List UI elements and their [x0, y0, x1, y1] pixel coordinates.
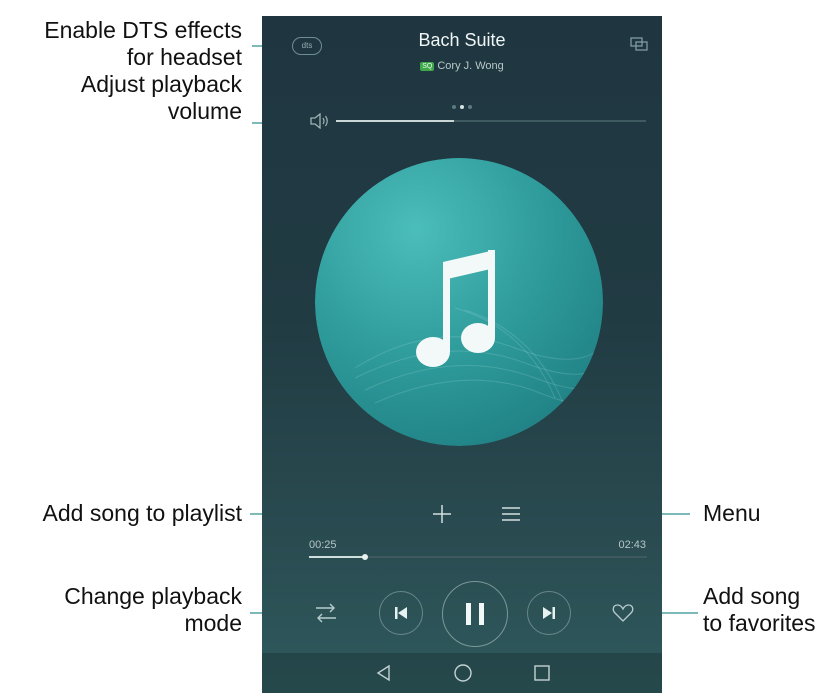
callout-favorites: Add song to favorites [703, 583, 816, 637]
volume-slider-fill [336, 120, 454, 122]
nav-recents-icon[interactable] [532, 663, 552, 683]
callout-dts-line1: Enable DTS effects [44, 17, 242, 43]
nav-home-icon[interactable] [453, 663, 473, 683]
artist-name: Cory J. Wong [437, 60, 504, 72]
song-title: Bach Suite [418, 30, 506, 50]
quality-badge: SQ [420, 62, 435, 71]
nav-back-icon[interactable] [374, 663, 394, 683]
cast-icon[interactable] [630, 36, 648, 52]
callout-fav-line2: to favorites [703, 610, 816, 636]
callout-playlist-text: Add song to playlist [42, 500, 242, 526]
shuffle-repeat-icon[interactable] [314, 602, 338, 624]
callout-menu-text: Menu [703, 500, 761, 526]
volume-slider[interactable] [336, 120, 646, 122]
page-dot[interactable] [452, 105, 456, 109]
callout-playlist: Add song to playlist [43, 500, 242, 527]
page-indicator [262, 96, 662, 114]
album-art [315, 158, 603, 446]
elapsed-time: 00:25 [309, 539, 337, 551]
artist-row: SQ Cory J. Wong [262, 60, 662, 72]
page-dot-active[interactable] [460, 105, 464, 109]
callout-mode-line2: mode [184, 610, 242, 636]
seek-bar-fill [309, 556, 365, 558]
volume-icon[interactable] [309, 113, 331, 129]
music-player-screen: dts Bach Suite SQ Cory J. Wong 00:25 02:… [262, 16, 662, 693]
seek-bar[interactable] [309, 553, 647, 560]
callout-volume-line2: volume [167, 98, 242, 124]
menu-icon[interactable] [500, 505, 522, 523]
callout-mode-line1: Change playback [64, 583, 242, 609]
page-dot[interactable] [468, 105, 472, 109]
seek-thumb[interactable] [361, 553, 368, 560]
system-nav-bar [262, 653, 662, 693]
pause-icon [466, 603, 484, 625]
callout-volume: Adjust playback volume [81, 71, 242, 125]
add-icon[interactable] [430, 502, 454, 526]
callout-volume-line1: Adjust playback [80, 71, 242, 97]
previous-icon [395, 607, 407, 619]
callout-mode: Change playback mode [64, 583, 242, 637]
pause-button[interactable] [442, 581, 508, 647]
heart-icon[interactable] [612, 603, 634, 623]
callout-dts-line2: for headset [126, 44, 242, 70]
next-icon [543, 607, 555, 619]
next-button[interactable] [527, 591, 571, 635]
callout-fav-line1: Add song [703, 583, 801, 609]
total-duration: 02:43 [618, 539, 646, 551]
callout-menu: Menu [703, 500, 761, 527]
callout-dts: Enable DTS effects for headset [44, 17, 242, 71]
previous-button[interactable] [379, 591, 423, 635]
